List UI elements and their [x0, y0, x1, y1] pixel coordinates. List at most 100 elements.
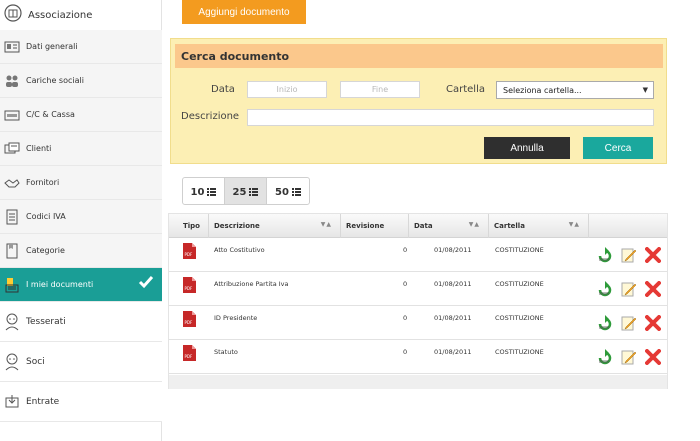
cell-cartella: COSTITUZIONE: [495, 314, 544, 322]
restore-icon[interactable]: [597, 315, 613, 335]
annulla-button[interactable]: Annulla: [484, 137, 570, 159]
sidebar-item-label: Soci: [26, 356, 45, 367]
list-icon: [207, 188, 217, 196]
cell-descrizione: Attribuzione Partita Iva: [214, 280, 289, 288]
sidebar-item-label: Cariche sociali: [26, 76, 84, 85]
table-header: Tipo Descrizione ▼▲ Revisione Data ▼▲ Ca…: [169, 214, 667, 238]
pdf-file-icon[interactable]: PDF: [183, 345, 196, 365]
cell-data: 01/08/2011: [434, 348, 472, 356]
edit-icon[interactable]: [621, 315, 637, 335]
sidebar-item-label: Entrate: [26, 396, 60, 407]
cell-descrizione: Atto Costitutivo: [214, 246, 265, 254]
restore-icon[interactable]: [597, 281, 613, 301]
header-revisione[interactable]: Revisione: [341, 214, 409, 238]
page-size-10-button[interactable]: 10: [183, 178, 225, 204]
sidebar-item-label: I miei documenti: [26, 280, 94, 289]
header-descrizione[interactable]: Descrizione ▼▲: [209, 214, 341, 238]
sidebar-item-soci[interactable]: Soci: [0, 342, 162, 382]
search-title: Cerca documento: [175, 44, 663, 68]
sort-icon: ▼▲: [568, 221, 580, 228]
cell-descrizione: ID Presidente: [214, 314, 258, 322]
sidebar-item-clienti[interactable]: Clienti: [0, 132, 162, 166]
edit-icon[interactable]: [621, 281, 637, 301]
header-actions: [589, 214, 667, 238]
pdf-file-icon[interactable]: PDF: [183, 243, 196, 263]
table-row[interactable]: PDF Statuto 0 01/08/2011 COSTITUZIONE: [169, 340, 667, 374]
cell-revisione: 0: [403, 314, 408, 322]
sidebar-item-cariche-sociali[interactable]: Cariche sociali: [0, 64, 162, 98]
sidebar-item-label: Codici IVA: [26, 212, 66, 221]
sidebar-item-fornitori[interactable]: Fornitori: [0, 166, 162, 200]
handshake-icon: [4, 175, 20, 191]
delete-icon[interactable]: [645, 247, 661, 267]
svg-text:PDF: PDF: [185, 320, 193, 325]
delete-icon[interactable]: [645, 349, 661, 369]
sidebar-item-entrate[interactable]: Entrate: [0, 382, 162, 422]
cell-data: 01/08/2011: [434, 314, 472, 322]
sidebar-item-dati-generali[interactable]: Dati generali: [0, 30, 162, 64]
edit-icon[interactable]: [621, 349, 637, 369]
date-start-input[interactable]: [247, 81, 327, 98]
data-label: Data: [211, 84, 235, 95]
pdf-file-icon[interactable]: PDF: [183, 311, 196, 331]
restore-icon[interactable]: [597, 349, 613, 369]
sidebar-menu: Dati generali Cariche sociali C/C & Cass…: [0, 30, 162, 422]
sidebar-item-i-miei-documenti[interactable]: I miei documenti: [0, 268, 162, 302]
sort-icon: ▼▲: [468, 221, 480, 228]
id-card-icon: [4, 39, 20, 55]
descrizione-input[interactable]: [247, 109, 654, 126]
list-icon: [291, 188, 301, 196]
cartella-select[interactable]: Seleziona cartella... ▼: [496, 81, 654, 99]
table-row[interactable]: PDF Atto Costitutivo 0 01/08/2011 COSTITUZIO…: [169, 238, 667, 272]
sidebar-item-label: Categorie: [26, 246, 65, 255]
date-end-input[interactable]: [340, 81, 420, 98]
header-tipo[interactable]: Tipo: [169, 214, 209, 238]
cartella-label: Cartella: [446, 84, 485, 95]
sidebar-item-label: Tesserati: [26, 316, 66, 327]
delete-icon[interactable]: [645, 281, 661, 301]
cerca-button[interactable]: Cerca: [583, 137, 653, 159]
cell-data: 01/08/2011: [434, 280, 472, 288]
sidebar: Associazione Dati generali Cariche socia…: [0, 0, 162, 441]
check-icon: [138, 274, 154, 293]
sidebar-item-label: Clienti: [26, 144, 52, 153]
cell-descrizione: Statuto: [214, 348, 238, 356]
cartella-select-value: Seleziona cartella...: [503, 85, 582, 95]
sidebar-item-codici-iva[interactable]: Codici IVA: [0, 200, 162, 234]
person-icon: [4, 353, 20, 370]
pdf-file-icon[interactable]: PDF: [183, 277, 196, 297]
edit-icon[interactable]: [621, 247, 637, 267]
table-row[interactable]: PDF ID Presidente 0 01/08/2011 COSTITUZIONE: [169, 306, 667, 340]
income-icon: [4, 394, 20, 410]
header-cartella[interactable]: Cartella ▼▲: [489, 214, 589, 238]
search-panel: Cerca documento Data Cartella Seleziona …: [170, 38, 667, 164]
sidebar-item-associazione[interactable]: Associazione: [0, 0, 162, 30]
add-document-button[interactable]: Aggiungi documento: [182, 0, 306, 24]
table-footer: [169, 375, 667, 389]
page-size-selector: 10 25 50: [182, 177, 310, 205]
caret-down-icon: ▼: [642, 86, 648, 94]
document-icon: [4, 209, 20, 225]
main-content: Aggiungi documento Cerca documento Data …: [162, 0, 700, 441]
building-icon: [4, 4, 22, 26]
sort-icon: ▼▲: [320, 221, 332, 228]
page-size-25-button[interactable]: 25: [225, 178, 267, 204]
cell-cartella: COSTITUZIONE: [495, 280, 544, 288]
page-size-50-button[interactable]: 50: [267, 178, 309, 204]
cell-revisione: 0: [403, 280, 408, 288]
cash-icon: [4, 107, 20, 123]
sidebar-item-categorie[interactable]: Categorie: [0, 234, 162, 268]
sidebar-item-cc-cassa[interactable]: C/C & Cassa: [0, 98, 162, 132]
table-row[interactable]: PDF Attribuzione Partita Iva 0 01/08/2011 CO…: [169, 272, 667, 306]
person-icon: [4, 313, 20, 330]
documents-table: Tipo Descrizione ▼▲ Revisione Data ▼▲ Ca…: [168, 213, 668, 389]
restore-icon[interactable]: [597, 247, 613, 267]
list-icon: [249, 188, 259, 196]
sidebar-item-tesserati[interactable]: Tesserati: [0, 302, 162, 342]
svg-text:PDF: PDF: [185, 354, 193, 359]
header-data[interactable]: Data ▼▲: [409, 214, 489, 238]
delete-icon[interactable]: [645, 315, 661, 335]
descrizione-label: Descrizione: [181, 111, 240, 122]
users-icon: [4, 73, 20, 89]
sidebar-item-label: Dati generali: [26, 42, 78, 51]
